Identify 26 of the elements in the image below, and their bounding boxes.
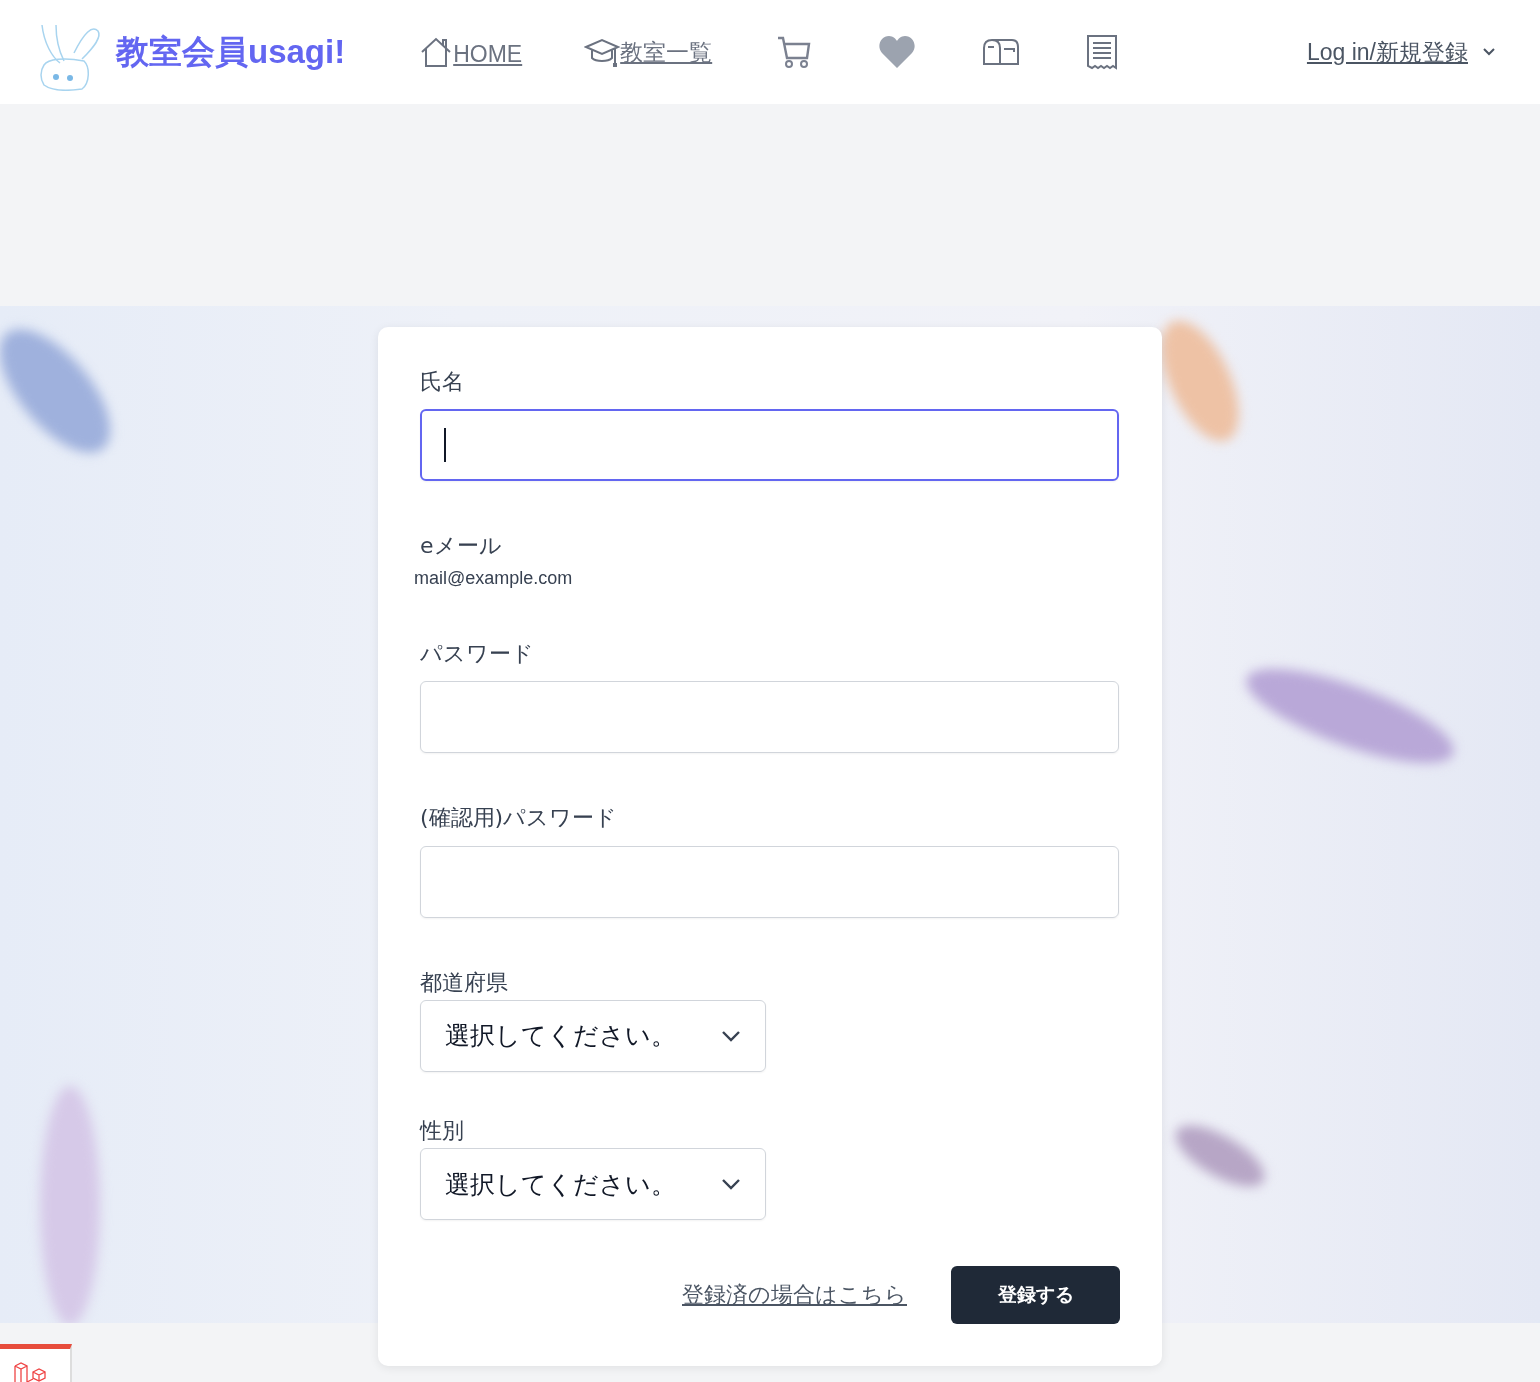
chevron-down-icon[interactable] [1482,47,1496,57]
nav-link[interactable]: HOME [419,36,523,68]
field-label: (確認用)パスワード [420,805,618,832]
field-label: パスワード [420,640,534,668]
heart-icon[interactable] [878,35,917,69]
email-value: mail@example.com [414,567,573,589]
field-label: 性別 [420,1117,464,1145]
select-dropdown[interactable]: 選択してください。 [420,999,766,1072]
select-dropdown[interactable]: 選択してください。 [420,1148,766,1221]
site-title[interactable]: 教室会員usagi! [116,29,346,75]
input-field[interactable] [420,409,1119,482]
field-label: 都道府県 [420,969,508,996]
graduation-cap-icon [584,36,621,68]
login-register-link[interactable]: Log in/新規登録 [1306,36,1468,68]
field-label: 氏名 [420,369,464,396]
receipt-icon[interactable] [1086,34,1119,70]
chevron-down-icon [721,1029,741,1042]
mailbox-icon[interactable] [982,38,1021,66]
nav-link[interactable]: 教室一覧 [584,36,713,68]
already-registered-link[interactable]: 登録済の場合はこちら [682,1280,907,1311]
chevron-down-icon [721,1178,741,1191]
field-label: eメール [420,533,502,560]
text-cursor [444,428,446,463]
cart-icon[interactable] [776,34,813,70]
register-button[interactable]: 登録する [951,1266,1120,1325]
debugbar-tab[interactable] [0,1344,72,1382]
